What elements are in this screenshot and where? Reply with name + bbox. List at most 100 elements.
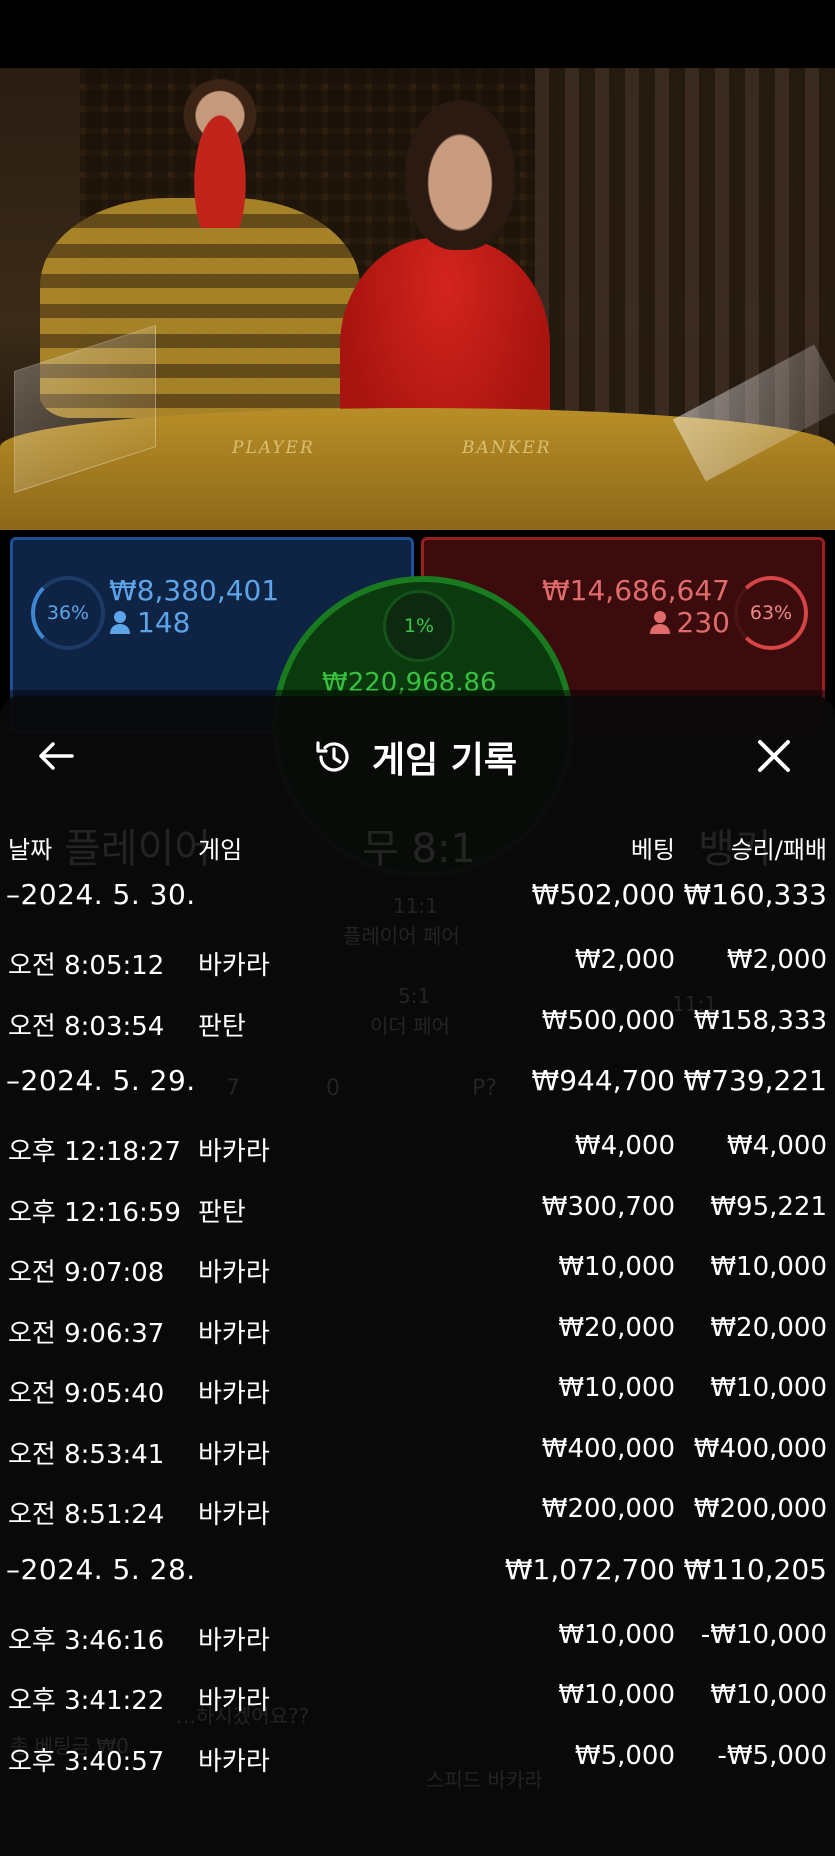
player-percent-ring: 36%	[31, 576, 105, 650]
row-result: ₩2,000	[726, 945, 827, 975]
row-game: 판탄	[198, 1011, 246, 1042]
row-game: 바카라	[198, 1746, 270, 1777]
column-date: 날짜	[8, 836, 53, 864]
banker-count: 230	[649, 606, 730, 639]
player-count-value: 148	[137, 606, 191, 639]
row-bet: ₩20,000	[558, 1312, 675, 1343]
row-date: 오전 9:05:40	[8, 1379, 165, 1409]
row-result: ₩400,000	[693, 1433, 827, 1464]
user-icon	[110, 611, 130, 634]
banker-percent-ring: 63%	[734, 576, 808, 650]
column-result: 승리/패배	[730, 836, 827, 864]
history-row: 오후 3:41:22 바카라 ₩10,000 ₩10,000	[0, 1666, 835, 1727]
history-row: 오전 9:05:40 바카라 ₩10,000 ₩10,000	[0, 1359, 835, 1420]
row-game: 바카라	[198, 1500, 270, 1530]
row-date: –2024. 5. 28.	[6, 1552, 196, 1586]
row-bet: ₩1,072,700	[504, 1552, 675, 1586]
row-bet: ₩500,000	[541, 1005, 675, 1036]
history-row: 오전 8:05:12 바카라 ₩2,000 ₩2,000	[0, 931, 835, 992]
history-row: 오후 12:16:59 판탄 ₩300,700 ₩95,221	[0, 1178, 835, 1239]
column-game: 게임	[198, 836, 243, 864]
row-bet: ₩944,700	[531, 1064, 675, 1097]
row-bet: ₩10,000	[558, 1252, 675, 1282]
row-game: 판탄	[198, 1197, 246, 1228]
row-bet: ₩10,000	[558, 1373, 675, 1403]
row-date: 오후 3:40:57	[8, 1746, 165, 1777]
arrow-left-icon	[39, 742, 74, 770]
history-row: 오전 8:03:54 판탄 ₩500,000 ₩158,333	[0, 992, 835, 1053]
row-date: 오후 12:18:27	[8, 1137, 181, 1167]
row-result: ₩200,000	[693, 1494, 827, 1524]
row-game: 바카라	[198, 1379, 270, 1409]
row-result: ₩95,221	[710, 1191, 827, 1222]
tie-percent-ring: 1%	[383, 590, 455, 662]
live-video-feed: PLAYER BANKER	[0, 68, 835, 530]
date-group-row[interactable]: –2024. 5. 29. ₩944,700 ₩739,221	[0, 1052, 835, 1117]
history-row: 오전 9:06:37 바카라 ₩20,000 ₩20,000	[0, 1299, 835, 1360]
row-game: 바카라	[198, 951, 270, 981]
row-game: 바카라	[198, 1258, 270, 1288]
back-button[interactable]	[36, 736, 86, 776]
sheet-title-group: 게임 기록	[314, 732, 517, 782]
banker-percent: 63%	[749, 602, 793, 624]
bet-summary: 36% ₩8,380,401 148 ₩14,686,647 230 63% 1…	[0, 530, 835, 878]
sheet-header: 게임 기록	[0, 696, 835, 816]
row-bet: ₩2,000	[574, 945, 675, 975]
row-bet: ₩10,000	[558, 1619, 675, 1650]
player-percent: 36%	[46, 602, 90, 624]
row-bet: ₩10,000	[558, 1680, 675, 1710]
row-result: ₩20,000	[710, 1312, 827, 1343]
row-game: 바카라	[198, 1137, 270, 1167]
history-list[interactable]: –2024. 5. 30. ₩502,000 ₩160,333 오전 8:05:12 바…	[0, 866, 835, 1787]
row-date: –2024. 5. 30.	[6, 878, 196, 911]
row-bet: ₩400,000	[541, 1433, 675, 1464]
date-group-row[interactable]: –2024. 5. 28. ₩1,072,700 ₩110,205	[0, 1541, 835, 1606]
history-row: 오전 8:51:24 바카라 ₩200,000 ₩200,000	[0, 1480, 835, 1541]
column-bet: 베팅	[630, 836, 675, 864]
history-row: 오전 9:07:08 바카라 ₩10,000 ₩10,000	[0, 1238, 835, 1299]
user-icon	[649, 611, 670, 634]
row-bet: ₩502,000	[531, 878, 675, 911]
row-date: 오전 8:03:54	[8, 1011, 165, 1042]
row-date: 오후 3:41:22	[8, 1686, 165, 1716]
banker-total-amount: ₩14,686,647	[541, 574, 730, 607]
row-result: ₩10,000	[710, 1373, 827, 1403]
bottom-fade	[0, 1776, 835, 1856]
row-game: 바카라	[198, 1686, 270, 1716]
history-row: 오후 12:18:27 바카라 ₩4,000 ₩4,000	[0, 1117, 835, 1178]
row-result: ₩10,000	[710, 1252, 827, 1282]
player-total-amount: ₩8,380,401	[109, 574, 280, 607]
row-date: 오후 3:46:16	[8, 1625, 165, 1656]
table-label-banker: BANKER	[462, 438, 552, 458]
row-result: ₩739,221	[683, 1064, 827, 1097]
row-date: 오전 8:05:12	[8, 951, 165, 981]
row-result: ₩160,333	[683, 878, 827, 911]
banker-count-value: 230	[676, 606, 730, 639]
row-game: 바카라	[198, 1625, 270, 1656]
player-count: 148	[109, 606, 190, 639]
close-button[interactable]	[752, 734, 802, 778]
background-dealer	[180, 78, 260, 228]
table-label-player: PLAYER	[232, 438, 315, 458]
history-row: 오후 3:46:16 바카라 ₩10,000 -₩10,000	[0, 1606, 835, 1667]
dealer-head	[405, 100, 515, 250]
sheet-title: 게임 기록	[372, 740, 518, 781]
row-bet: ₩300,700	[541, 1191, 675, 1222]
row-game: 바카라	[198, 1439, 270, 1470]
history-row: 오전 8:53:41 바카라 ₩400,000 ₩400,000	[0, 1420, 835, 1481]
row-result: -₩10,000	[700, 1619, 827, 1650]
game-history-sheet: 플레이어 무 8:1 뱅커 11:1 플레이어 페어 5:1 이더 페어 11:…	[0, 696, 835, 1856]
row-date: 오전 8:53:41	[8, 1439, 165, 1470]
row-bet: ₩5,000	[574, 1740, 675, 1771]
history-row: 오후 3:40:57 바카라 ₩5,000 -₩5,000	[0, 1727, 835, 1788]
date-group-row[interactable]: –2024. 5. 30. ₩502,000 ₩160,333	[0, 866, 835, 931]
row-result: ₩158,333	[693, 1005, 827, 1036]
row-bet: ₩4,000	[574, 1131, 675, 1161]
row-result: -₩5,000	[717, 1740, 827, 1771]
row-date: 오전 9:06:37	[8, 1318, 165, 1349]
row-date: –2024. 5. 29.	[6, 1064, 196, 1097]
row-result: ₩10,000	[710, 1680, 827, 1710]
row-date: 오전 9:07:08	[8, 1258, 165, 1288]
row-result: ₩4,000	[726, 1131, 827, 1161]
row-bet: ₩200,000	[541, 1494, 675, 1524]
